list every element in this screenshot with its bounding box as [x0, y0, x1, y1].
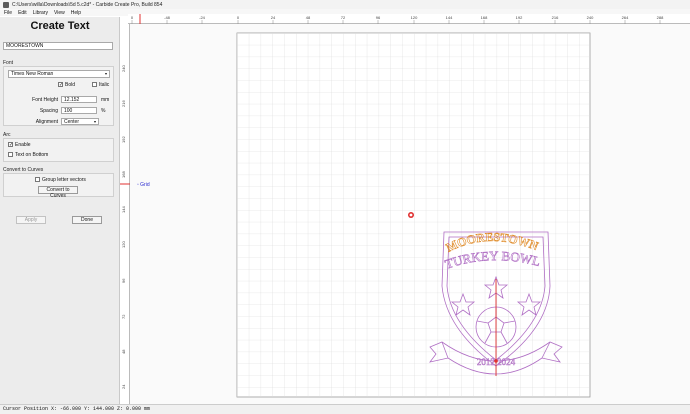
top-ruler-ticks: [131, 14, 661, 24]
menu-help[interactable]: Help: [71, 10, 81, 16]
menu-edit[interactable]: Edit: [18, 10, 27, 16]
enable-checkbox[interactable]: ✓: [8, 142, 13, 148]
spacing-label: Spacing: [39, 108, 58, 114]
alignment-select[interactable]: Center ▾: [61, 118, 99, 125]
design-canvas-svg[interactable]: MOORESTOWN TURKEY BOWL 2012 2024: [130, 24, 690, 404]
group-vectors-label: Group letter vectors: [42, 177, 86, 183]
left-ruler-marker: [120, 183, 130, 185]
spacing-input[interactable]: 100: [61, 107, 97, 114]
bold-checkbox[interactable]: ✓: [58, 82, 63, 88]
design-canvas[interactable]: MOORESTOWN TURKEY BOWL 2012 2024: [130, 24, 690, 404]
italic-checkbox[interactable]: [92, 82, 97, 87]
text-on-bottom-checkbox[interactable]: [8, 152, 13, 157]
done-button[interactable]: Done: [72, 216, 102, 224]
origin-point-icon: [494, 359, 498, 363]
text-input[interactable]: MOORESTOWN: [3, 42, 113, 50]
grid-label: Grid: [140, 182, 150, 188]
font-height-unit: mm: [101, 97, 110, 103]
grid-toggle[interactable]: ▫ Grid: [137, 182, 150, 188]
origin-marker-icon[interactable]: [408, 212, 414, 218]
spacing-unit: %: [101, 108, 106, 114]
chevron-down-icon: ▾: [93, 119, 96, 124]
app-icon: [3, 1, 9, 8]
app-window: C:\Users\willa\Downloads\5d 5.c2d* - Car…: [0, 0, 690, 414]
title-bar: C:\Users\willa\Downloads\5d 5.c2d* - Car…: [0, 0, 690, 9]
alignment-label: Alignment: [35, 119, 58, 125]
panel-heading: Create Text: [30, 20, 90, 32]
group-vectors-checkbox[interactable]: [35, 177, 40, 182]
grid-icon: ▫: [137, 182, 139, 188]
italic-label: Italic: [99, 82, 110, 88]
enable-label: Enable: [15, 142, 31, 148]
font-select[interactable]: Times New Roman ▾: [8, 70, 110, 78]
font-select-value: Times New Roman: [11, 71, 54, 77]
apply-button[interactable]: Apply: [16, 216, 46, 224]
window-title: C:\Users\willa\Downloads\5d 5.c2d* - Car…: [12, 1, 163, 8]
cursor-position: Cursor Position X: -66.000 Y: 144.000 Z:…: [3, 406, 151, 412]
alignment-value: Center: [64, 119, 80, 125]
menu-library[interactable]: Library: [33, 10, 48, 16]
convert-to-curves-button[interactable]: Convert to Curves: [38, 186, 78, 199]
menu-file[interactable]: File: [4, 10, 12, 16]
create-text-panel: Create Text MOORESTOWN Font Times New Ro…: [0, 17, 120, 404]
chevron-down-icon: ▾: [104, 71, 107, 76]
bold-label: Bold: [65, 82, 76, 88]
status-bar: Cursor Position X: -66.000 Y: 144.000 Z:…: [0, 404, 690, 414]
left-ruler: 240 216 192 168 144 120 96 72 48 24: [120, 24, 130, 404]
text-on-bottom-label: Text on Bottom: [15, 152, 49, 158]
font-height-label: Font Height: [32, 97, 58, 103]
menu-view[interactable]: View: [54, 10, 65, 16]
font-height-input[interactable]: 12.152: [61, 96, 97, 103]
top-ruler: 0 -48 -24 0 24 48 72 96 120 144 168 192 …: [128, 14, 690, 24]
